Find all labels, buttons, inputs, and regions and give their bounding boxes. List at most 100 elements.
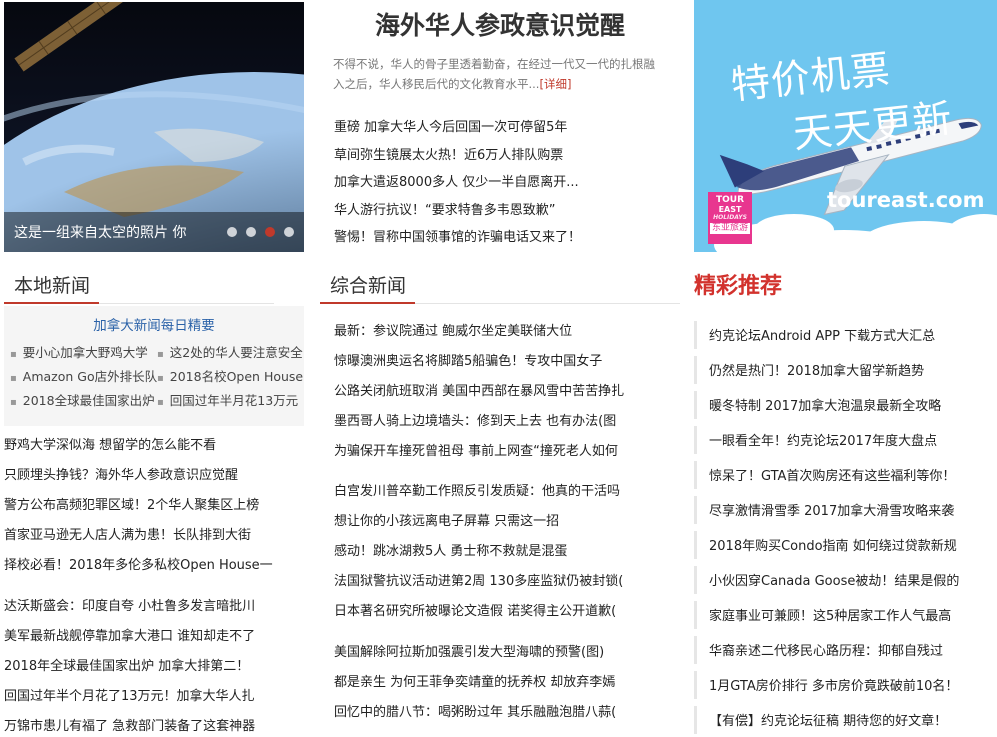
digest-row: 要小心加拿大野鸡大学 这2处的华人要注意安全 — [10, 341, 304, 365]
pick-text: 仍然是热门！2018加拿大留学新趋势 — [709, 364, 925, 379]
featured-slideshow[interactable]: 这是一组来自太空的照片 你 — [4, 2, 304, 252]
local-news-item[interactable]: 万锦市患儿有福了 急救部门装备了这套神器 — [4, 715, 294, 737]
pick-marker — [694, 320, 697, 349]
general-news-list: 白宫发川普卒勤工作照反引发质疑：他真的干活吗 想让你的小孩远离电子屏幕 只需这一招… — [334, 480, 664, 630]
pick-item[interactable]: 1月GTA房价排行 多市房价竟跌破前10名！ — [694, 667, 984, 702]
general-news-item[interactable]: 都是亲生 为何王菲争奕靖童的抚养权 却放弃李嫣 — [334, 671, 664, 701]
pick-marker — [694, 705, 697, 734]
headline-item[interactable]: 重磅 加拿大华人今后回国一次可停留5年 — [334, 116, 674, 144]
digest-link[interactable]: 要小心加拿大野鸡大学 — [10, 341, 157, 365]
general-news-list: 最新：参议院通过 鲍威尔坐定美联储大位 惊曝澳洲奥运名将脚踏5船骗色！专攻中国女子… — [334, 320, 664, 470]
slide-caption-bar: 这是一组来自太空的照片 你 — [4, 212, 304, 252]
local-news-list: 达沃斯盛会：印度自夸 小杜鲁多发言暗批川 美军最新战舰停靠加拿大港口 谁知却走不了… — [4, 595, 294, 737]
general-news-item[interactable]: 为骗保开车撞死曾祖母 事前上网查“撞死老人如何 — [334, 440, 664, 470]
digest-link[interactable]: 这2处的华人要注意安全 — [157, 341, 304, 365]
digest-link[interactable]: 2018全球最佳国家出炉 — [10, 389, 157, 413]
pick-marker — [694, 530, 697, 559]
local-news-item[interactable]: 警方公布高频犯罪区域！2个华人聚集区上榜 — [4, 494, 294, 524]
pick-item[interactable]: 一眼看全年！约克论坛2017年度大盘点 — [694, 422, 984, 457]
pick-item[interactable]: 【有偿】约克论坛征稿 期待您的好文章！ — [694, 702, 984, 737]
local-news-item[interactable]: 野鸡大学深似海 想留学的怎么能不看 — [4, 434, 294, 464]
pick-item[interactable]: 家庭事业可兼顾！这5种居家工作人气最高 — [694, 597, 984, 632]
pick-marker — [694, 390, 697, 419]
picks-title[interactable]: 精彩推荐 — [694, 268, 782, 300]
picks-header: 精彩推荐 — [694, 262, 997, 304]
pick-marker — [694, 495, 697, 524]
general-news-item[interactable]: 墨西哥人骑上边境墙头：修到天上去 也有办法(图 — [334, 410, 664, 440]
toureast-ad-banner[interactable]: 特价机票 天天更新 toureast.com TOUR EAST HOLIDAY… — [694, 0, 997, 252]
pick-item[interactable]: 仍然是热门！2018加拿大留学新趋势 — [694, 352, 984, 387]
pick-text: 家庭事业可兼顾！这5种居家工作人气最高 — [709, 609, 952, 624]
pick-text: 2018年购买Condo指南 如何绕过贷款新规 — [709, 539, 957, 554]
local-news-item[interactable]: 首家亚马逊无人店人满为患！长队排到大街 — [4, 524, 294, 554]
headline-item[interactable]: 加拿大遣返8000多人 仅少一半自愿离开... — [334, 171, 674, 199]
pick-text: 小伙因穿Canada Goose被劫！结果是假的 — [709, 574, 960, 589]
general-news-item[interactable]: 惊曝澳洲奥运名将脚踏5船骗色！专攻中国女子 — [334, 350, 664, 380]
pick-marker — [694, 425, 697, 454]
general-news-item[interactable]: 感动！跳冰湖救5人 勇士称不救就是混蛋 — [334, 540, 664, 570]
general-news-item[interactable]: 想让你的小孩远离电子屏幕 只需这一招 — [334, 510, 664, 540]
local-news-title[interactable]: 本地新闻 — [14, 271, 90, 298]
general-news-item[interactable]: 公路关闭航班取消 美国中西部在暴风雪中苦苦挣扎 — [334, 380, 664, 410]
headline-block: 海外华人参政意识觉醒 不得不说，华人的骨子里透着勤奋，在经过一代又一代的扎根融入… — [320, 0, 680, 252]
headline-description: 不得不说，华人的骨子里透着勤奋，在经过一代又一代的扎根融入之后，华人移民后代的文… — [333, 54, 663, 94]
local-news-item[interactable]: 只顾埋头挣钱？海外华人参政意识应觉醒 — [4, 464, 294, 494]
pick-text: 1月GTA房价排行 多市房价竟跌破前10名！ — [709, 679, 959, 694]
headline-description-text: 不得不说，华人的骨子里透着勤奋，在经过一代又一代的扎根融入之后，华人移民后代的文… — [333, 57, 655, 91]
digest-link[interactable]: 2018名校Open House — [157, 365, 304, 389]
local-news-item[interactable]: 2018年全球最佳国家出炉 加拿大排第二！ — [4, 655, 294, 685]
local-news-list: 野鸡大学深似海 想留学的怎么能不看 只顾埋头挣钱？海外华人参政意识应觉醒 警方公布高… — [4, 434, 294, 584]
pick-item[interactable]: 小伙因穿Canada Goose被劫！结果是假的 — [694, 562, 984, 597]
pick-marker — [694, 670, 697, 699]
slide-caption[interactable]: 这是一组来自太空的照片 你 — [14, 222, 186, 242]
ad-domain: toureast.com — [827, 188, 985, 212]
logo-text-tour: TOUR — [715, 195, 745, 205]
pick-marker — [694, 460, 697, 489]
headline-title[interactable]: 海外华人参政意识觉醒 — [320, 6, 680, 42]
logo-text-east: EAST — [718, 205, 742, 214]
headline-more-link[interactable]: [详细] — [539, 77, 571, 91]
digest-link[interactable]: 回国过年半月花13万元 — [157, 389, 304, 413]
logo-text-chinese: 东亚旅游 — [710, 223, 750, 234]
pick-marker — [694, 635, 697, 664]
general-news-item[interactable]: 白宫发川普卒勤工作照反引发质疑：他真的干活吗 — [334, 480, 664, 510]
slide-dots — [227, 227, 294, 237]
digest-link[interactable]: Amazon Go店外排长队 — [10, 365, 157, 389]
headline-item[interactable]: 警惕！冒称中国领事馆的诈骗电话又来了！ — [334, 226, 674, 254]
pick-item[interactable]: 华裔亲述二代移民心路历程：抑郁自残过 — [694, 632, 984, 667]
general-news-title[interactable]: 综合新闻 — [330, 271, 406, 298]
pick-item[interactable]: 暖冬特制 2017加拿大泡温泉最新全攻略 — [694, 387, 984, 422]
local-news-item[interactable]: 美军最新战舰停靠加拿大港口 谁知却走不了 — [4, 625, 294, 655]
general-news-item[interactable]: 最新：参议院通过 鲍威尔坐定美联储大位 — [334, 320, 664, 350]
pick-item[interactable]: 惊呆了！GTA首次购房还有这些福利等你！ — [694, 457, 984, 492]
local-news-item[interactable]: 择校必看！2018年多伦多私校Open House一 — [4, 554, 294, 584]
section-underline — [320, 302, 415, 304]
slide-dot-icon[interactable] — [246, 227, 256, 237]
pick-text: 一眼看全年！约克论坛2017年度大盘点 — [709, 434, 938, 449]
slide-dot-icon[interactable] — [265, 227, 275, 237]
general-news-item[interactable]: 回忆中的腊八节：喝粥盼过年 其乐融融泡腊八蒜( — [334, 701, 664, 731]
general-news-item[interactable]: 法国狱警抗议活动进第2周 130多座监狱仍被封锁( — [334, 570, 664, 600]
headline-item[interactable]: 草间弥生镜展太火热！近6万人排队购票 — [334, 144, 674, 172]
local-news-item[interactable]: 达沃斯盛会：印度自夸 小杜鲁多发言暗批川 — [4, 595, 294, 625]
slide-dot-icon[interactable] — [284, 227, 294, 237]
pick-marker — [694, 355, 697, 384]
toureast-logo: TOUR EAST HOLIDAYS 东亚旅游 — [708, 192, 752, 244]
slide-dot-icon[interactable] — [227, 227, 237, 237]
pick-text: 暖冬特制 2017加拿大泡温泉最新全攻略 — [709, 399, 942, 414]
general-news-item[interactable]: 日本著名研究所被曝论文造假 诺奖得主公开道歉( — [334, 600, 664, 630]
local-news-header: 本地新闻 — [4, 262, 274, 304]
headline-item[interactable]: 华人游行抗议！“要求特鲁多韦恩致歉” — [334, 199, 674, 227]
digest-title[interactable]: 加拿大新闻每日精要 — [4, 314, 304, 334]
logo-text-holidays: HOLIDAYS — [713, 214, 747, 221]
general-news-item[interactable]: 美国解除阿拉斯加强震引发大型海啸的预警(图) — [334, 641, 664, 671]
pick-item[interactable]: 约克论坛Android APP 下载方式大汇总 — [694, 317, 984, 352]
daily-digest: 加拿大新闻每日精要 要小心加拿大野鸡大学 这2处的华人要注意安全 Amazon … — [4, 306, 304, 426]
pick-item[interactable]: 尽享激情滑雪季 2017加拿大滑雪攻略来袭 — [694, 492, 984, 527]
pick-text: 【有偿】约克论坛征稿 期待您的好文章！ — [709, 714, 948, 729]
pick-marker — [694, 565, 697, 594]
local-news-item[interactable]: 回国过年半个月花了13万元！加拿大华人扎 — [4, 685, 294, 715]
pick-item[interactable]: 2018年购买Condo指南 如何绕过贷款新规 — [694, 527, 984, 562]
headline-list: 重磅 加拿大华人今后回国一次可停留5年 草间弥生镜展太火热！近6万人排队购票 加拿大… — [334, 116, 674, 254]
general-news-header: 综合新闻 — [320, 262, 680, 304]
